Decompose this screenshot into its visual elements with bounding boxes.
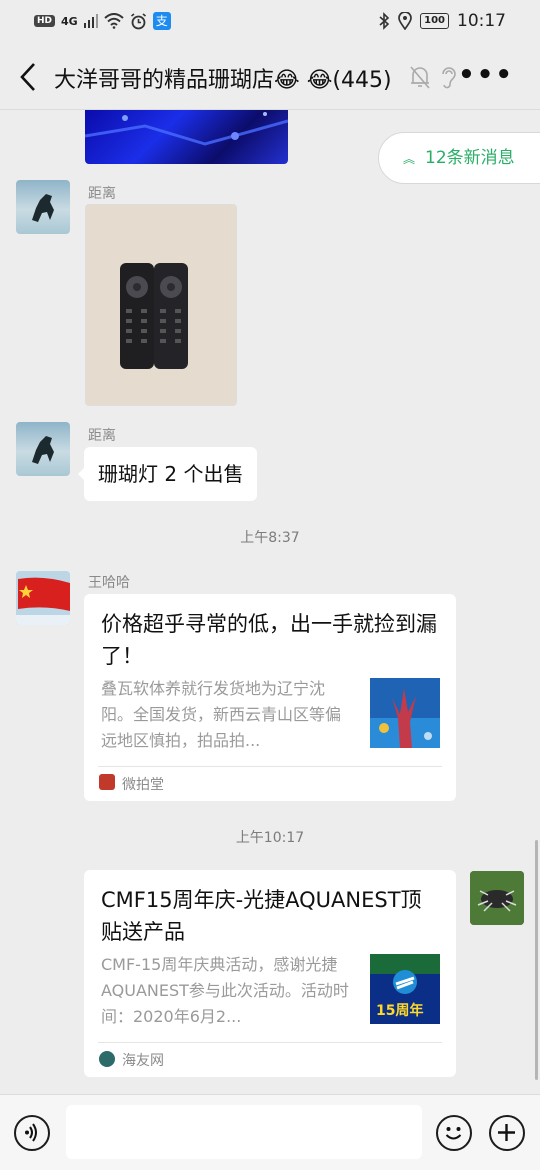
back-arrow-icon[interactable] bbox=[14, 60, 44, 94]
avatar[interactable] bbox=[470, 871, 524, 925]
card-thumbnail bbox=[370, 678, 440, 748]
double-chevron-up-icon: ︽ bbox=[403, 152, 416, 166]
new-messages-label: 12条新消息 bbox=[425, 148, 515, 168]
message-input[interactable] bbox=[66, 1105, 422, 1159]
card-divider bbox=[98, 766, 442, 767]
chat-area[interactable]: ︽ 12条新消息 距离 距离 珊瑚灯 2 个出售 上午8:37 王哈哈 价格超乎… bbox=[0, 110, 540, 1094]
sender-name: 距离 bbox=[88, 428, 116, 444]
location-icon bbox=[398, 12, 412, 30]
bluetooth-icon bbox=[379, 12, 390, 30]
voice-icon bbox=[25, 1123, 37, 1142]
avatar[interactable] bbox=[16, 422, 70, 476]
horse-avatar-graphic bbox=[32, 436, 54, 464]
voice-input-button[interactable] bbox=[14, 1115, 50, 1151]
scrollbar[interactable] bbox=[535, 840, 538, 1080]
remote-controls-graphic bbox=[86, 205, 236, 405]
alipay-icon: 支 bbox=[152, 12, 171, 30]
chat-header: 大洋哥哥的精品珊瑚店😂 😂(445) ••• bbox=[0, 44, 540, 110]
remote-control-image[interactable] bbox=[85, 204, 237, 406]
chat-title: 大洋哥哥的精品珊瑚店😂 😂(445) bbox=[54, 68, 392, 93]
coral-thumbnail-graphic bbox=[370, 678, 440, 748]
avatar[interactable] bbox=[16, 571, 70, 625]
card-thumbnail: 15周年 bbox=[370, 954, 440, 1024]
horse-avatar-graphic bbox=[32, 194, 54, 222]
thumbnail-text: 15周年 bbox=[376, 1003, 424, 1019]
ear-icon[interactable] bbox=[436, 64, 460, 90]
signal-icon: 4G bbox=[61, 14, 78, 28]
more-functions-button[interactable] bbox=[489, 1115, 525, 1151]
aquarium-light-image[interactable] bbox=[85, 110, 288, 164]
card-description: CMF-15周年庆典活动，感谢光捷AQUANEST参与此次活动。活动时间：202… bbox=[101, 955, 349, 1026]
new-messages-button[interactable]: ︽ 12条新消息 bbox=[378, 132, 540, 184]
hd-indicator: HD bbox=[34, 15, 56, 27]
emoji-button[interactable] bbox=[436, 1115, 472, 1151]
card-divider bbox=[98, 1042, 442, 1043]
status-time: 10:17 bbox=[457, 11, 506, 31]
sender-name: 王哈哈 bbox=[88, 575, 130, 591]
smiley-icon bbox=[445, 1127, 462, 1140]
input-bar bbox=[0, 1094, 540, 1170]
link-card[interactable]: CMF15周年庆-光捷AQUANEST顶贴送产品 CMF-15周年庆典活动，感谢… bbox=[84, 870, 456, 1077]
status-right: 100 10:17 bbox=[378, 11, 506, 31]
insect-avatar-graphic bbox=[470, 871, 524, 925]
mute-bell-icon[interactable] bbox=[408, 64, 432, 90]
light-reflection-graphic bbox=[85, 112, 288, 146]
avatar[interactable] bbox=[16, 180, 70, 234]
alarm-icon bbox=[130, 12, 146, 29]
weipaitang-icon bbox=[99, 774, 115, 790]
timestamp: 上午8:37 bbox=[240, 530, 300, 546]
card-title: CMF15周年庆-光捷AQUANEST顶贴送产品 bbox=[101, 888, 422, 944]
status-left: HD 4G 支 bbox=[34, 12, 171, 30]
card-description: 叠瓦软体养就行发货地为辽宁沈阳。全国发货，新西云青山区等偏远地区慎拍，拍品拍..… bbox=[101, 679, 342, 750]
sender-name: 距离 bbox=[88, 186, 116, 202]
battery-icon: 100 bbox=[420, 13, 449, 29]
status-bar: HD 4G 支 100 10:17 bbox=[0, 0, 540, 44]
timestamp: 上午10:17 bbox=[235, 830, 305, 846]
wifi-icon bbox=[104, 13, 124, 29]
flag-avatar-graphic bbox=[16, 571, 70, 625]
signal-bars-icon bbox=[83, 14, 98, 28]
card-source: 微拍堂 bbox=[122, 777, 164, 793]
plus-icon bbox=[498, 1124, 515, 1141]
more-options-button[interactable]: ••• bbox=[458, 62, 514, 88]
card-source: 海友网 bbox=[122, 1053, 164, 1069]
link-card[interactable]: 价格超乎寻常的低，出一手就捡到漏了！ 叠瓦软体养就行发货地为辽宁沈阳。全国发货，… bbox=[84, 594, 456, 801]
haiyouwang-icon bbox=[99, 1051, 115, 1067]
card-title: 价格超乎寻常的低，出一手就捡到漏了！ bbox=[101, 612, 437, 668]
message-bubble[interactable]: 珊瑚灯 2 个出售 bbox=[77, 447, 258, 501]
